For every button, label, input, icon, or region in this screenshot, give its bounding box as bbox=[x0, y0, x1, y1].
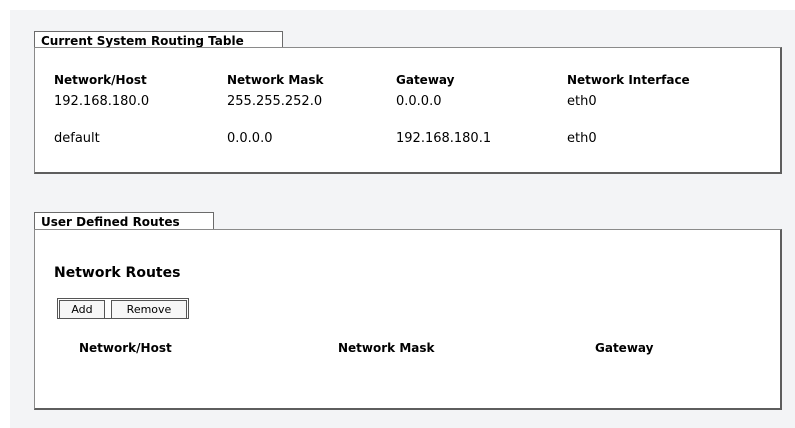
user-routes-panel bbox=[34, 229, 782, 410]
col-header-network-host: Network/Host bbox=[54, 73, 147, 87]
user-col-header-network-host: Network/Host bbox=[79, 341, 172, 355]
route-gateway: 0.0.0.0 bbox=[396, 94, 442, 109]
routing-table-panel bbox=[34, 47, 782, 174]
add-button[interactable]: Add bbox=[59, 300, 105, 319]
col-header-network-interface: Network Interface bbox=[567, 73, 690, 87]
user-col-header-network-mask: Network Mask bbox=[338, 341, 435, 355]
route-network-host: default bbox=[54, 131, 100, 146]
col-header-network-mask: Network Mask bbox=[227, 73, 324, 87]
col-header-gateway: Gateway bbox=[396, 73, 455, 87]
route-interface: eth0 bbox=[567, 94, 597, 109]
user-col-header-gateway: Gateway bbox=[595, 341, 654, 355]
route-network-host: 192.168.180.0 bbox=[54, 94, 150, 109]
route-network-mask: 255.255.252.0 bbox=[227, 94, 323, 109]
route-gateway: 192.168.180.1 bbox=[396, 131, 492, 146]
user-routes-tab[interactable]: User Defined Routes bbox=[34, 212, 214, 229]
route-interface: eth0 bbox=[567, 131, 597, 146]
routing-table-tab[interactable]: Current System Routing Table bbox=[34, 31, 283, 48]
route-network-mask: 0.0.0.0 bbox=[227, 131, 273, 146]
network-routes-title: Network Routes bbox=[54, 265, 181, 281]
remove-button[interactable]: Remove bbox=[111, 300, 187, 319]
